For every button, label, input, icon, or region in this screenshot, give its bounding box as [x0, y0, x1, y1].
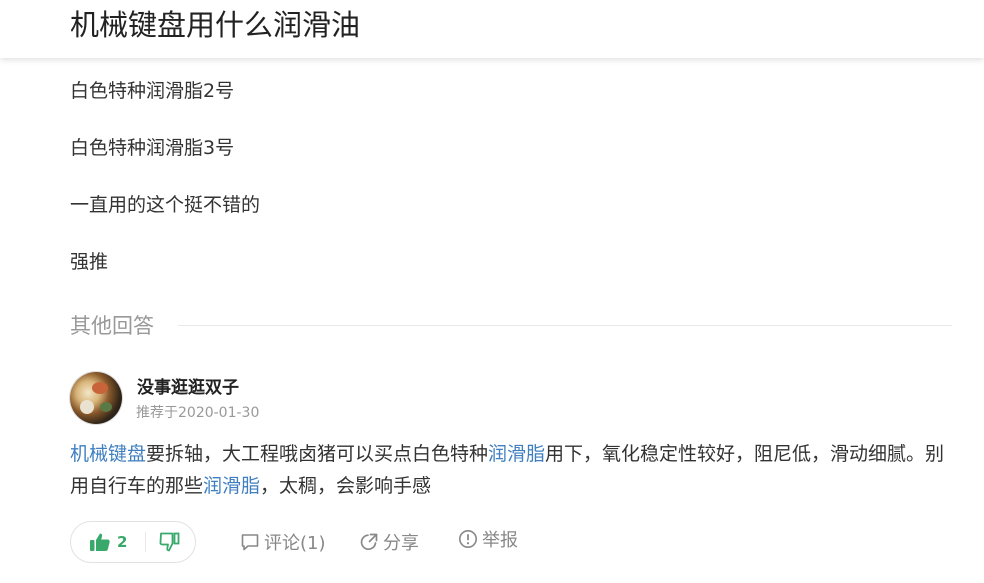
comment-button[interactable]: 评论(1) — [240, 530, 326, 558]
vote-divider — [145, 532, 146, 552]
thumbs-down-icon[interactable] — [159, 532, 181, 552]
answer-line: 强推 — [70, 251, 109, 273]
other-answers-heading: 其他回答 — [70, 314, 154, 338]
comment-icon — [241, 534, 259, 551]
reply-text-segment: 要拆轴，大工程哦卤猪可以买点白色特种 — [146, 443, 489, 465]
upvote-count: 2 — [117, 533, 128, 551]
share-icon — [360, 533, 378, 551]
comment-label: 评论(1) — [264, 533, 326, 554]
answer-line: 白色特种润滑脂2号 — [70, 80, 235, 102]
answer-line: 白色特种润滑脂3号 — [70, 137, 235, 159]
page: 机械键盘用什么润滑油 白色特种润滑脂2号 白色特种润滑脂3号 一直用的这个挺不错… — [0, 0, 984, 583]
sticky-header: 机械键盘用什么润滑油 — [0, 0, 984, 58]
section-divider — [178, 325, 952, 326]
share-label: 分享 — [383, 533, 419, 554]
report-icon — [459, 530, 477, 548]
keyword-link[interactable]: 润滑脂 — [203, 475, 260, 497]
report-button[interactable]: 举报 — [458, 527, 518, 555]
vote-control: 2 — [70, 521, 196, 563]
question-title: 机械键盘用什么润滑油 — [70, 8, 361, 42]
keyword-link[interactable]: 润滑脂 — [488, 443, 545, 465]
author-name[interactable]: 没事逛逛双子 — [137, 376, 239, 400]
reply-text-segment: ，太稠，会影响手感 — [260, 475, 432, 497]
reply-content: 机械键盘要拆轴，大工程哦卤猪可以买点白色特种润滑脂用下，氧化稳定性较好，阻尼低，… — [70, 438, 950, 502]
thumbs-up-icon[interactable] — [89, 532, 111, 552]
recommend-date: 推荐于2020-01-30 — [136, 405, 260, 421]
avatar[interactable] — [70, 372, 122, 424]
report-label: 举报 — [482, 530, 518, 551]
answer-line: 一直用的这个挺不错的 — [70, 194, 261, 216]
share-button[interactable]: 分享 — [359, 530, 419, 558]
keyword-link[interactable]: 机械键盘 — [70, 443, 146, 465]
